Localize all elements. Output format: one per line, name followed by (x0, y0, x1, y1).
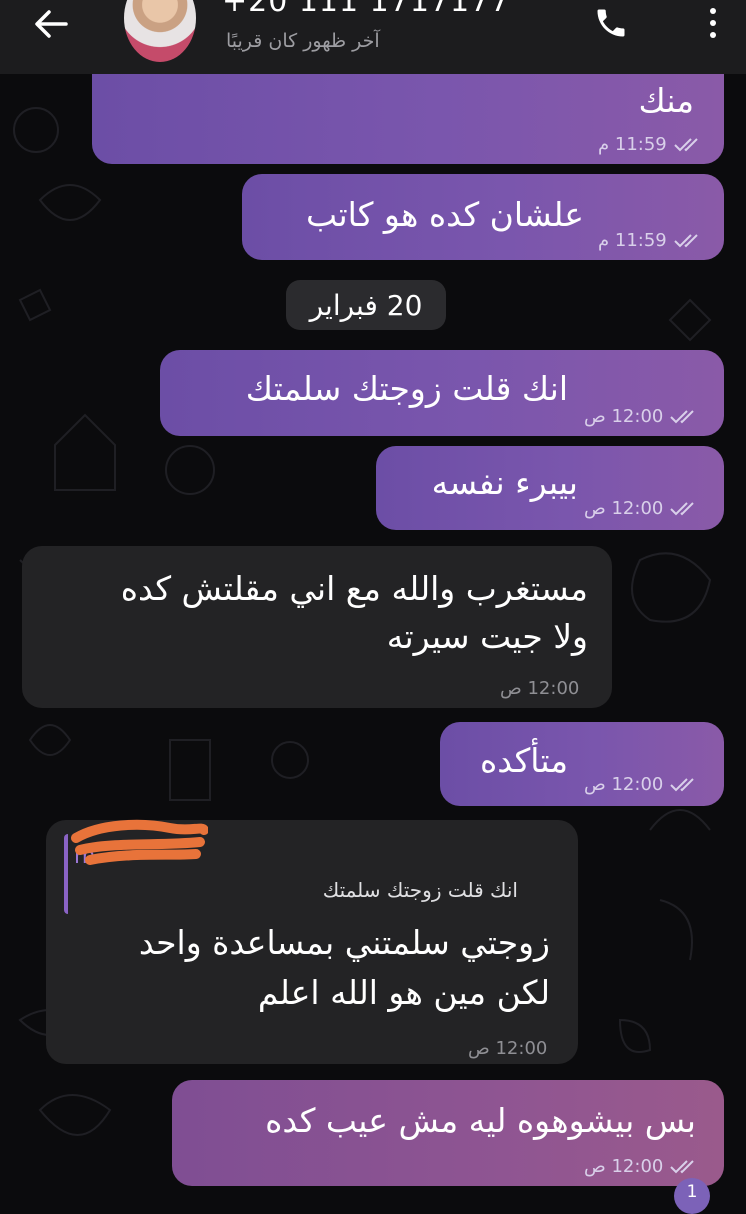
message-time: 12:00 ص (584, 406, 664, 427)
outgoing-message[interactable]: علشان كده هو كاتب 11:59 م (242, 174, 724, 260)
reply-quote-text: انك قلت زوجتك سلمتك (322, 878, 518, 902)
message-text-line-2: لكن مين هو الله اعلم (257, 973, 550, 1012)
chat-header: +20 111 1717177 آخر ظهور كان قريبًا (0, 0, 746, 74)
message-text-line-1: مستغرب والله مع اني مقلتش كده (120, 569, 588, 608)
message-meta: 11:59 م (598, 230, 705, 251)
double-check-icon (670, 409, 695, 423)
message-time: 12:00 ص (500, 678, 580, 699)
message-text-line-2: ولا جيت سيرته (386, 617, 588, 656)
message-text: متأكده (479, 741, 568, 780)
more-vert-icon-dot (710, 20, 716, 26)
message-time: 12:00 ص (584, 774, 664, 795)
message-time: 12:00 ص (584, 1156, 664, 1177)
redaction-scribble (71, 819, 208, 865)
message-text: منك (638, 81, 694, 120)
last-seen-status: آخر ظهور كان قريبًا (226, 30, 380, 52)
message-text: انك قلت زوجتك سلمتك (245, 369, 568, 408)
incoming-message[interactable]: مستغرب والله مع اني مقلتش كده ولا جيت سي… (22, 546, 612, 708)
contact-avatar[interactable] (124, 0, 196, 62)
message-meta: 12:00 ص (468, 1038, 547, 1059)
outgoing-message[interactable]: بس بيشوهوه ليه مش عيب كده 12:00 ص (172, 1080, 724, 1186)
message-time: 12:00 ص (468, 1038, 548, 1059)
call-button[interactable] (588, 2, 634, 44)
outgoing-message[interactable]: انك قلت زوجتك سلمتك 12:00 ص (160, 350, 724, 436)
phone-icon (597, 9, 625, 37)
message-text-line-1: زوجتي سلمتني بمساعدة واحد (138, 923, 550, 962)
double-check-icon (670, 1159, 695, 1173)
more-vert-icon-dot (710, 32, 716, 38)
double-check-icon (670, 501, 695, 515)
message-text: بس بيشوهوه ليه مش عيب كده (265, 1101, 696, 1140)
message-meta: 12:00 ص (584, 774, 701, 795)
message-meta: 11:59 م (598, 134, 705, 155)
double-check-icon (674, 233, 698, 247)
more-vert-icon (710, 8, 716, 14)
back-button[interactable] (26, 4, 76, 44)
contact-name[interactable]: +20 111 1717177 (222, 0, 510, 19)
date-separator: 20 فبراير (286, 280, 446, 330)
double-check-icon (674, 137, 698, 151)
more-options-button[interactable] (698, 2, 728, 44)
unread-count-badge[interactable]: 1 (674, 1178, 710, 1214)
message-text: بيبرء نفسه (431, 463, 578, 502)
message-time: 11:59 م (598, 230, 667, 251)
message-meta: 12:00 ص (584, 406, 701, 427)
outgoing-message[interactable]: بيبرء نفسه 12:00 ص (376, 446, 724, 530)
double-check-icon (670, 777, 695, 791)
message-time: 12:00 ص (584, 498, 664, 519)
message-meta: 12:00 ص (584, 498, 701, 519)
back-arrow-icon (35, 10, 68, 38)
message-time: 11:59 م (598, 134, 667, 155)
outgoing-message[interactable]: متأكده 12:00 ص (440, 722, 724, 806)
message-text: علشان كده هو كاتب (306, 195, 584, 234)
message-meta: 12:00 ص (500, 678, 579, 699)
message-meta: 12:00 ص (584, 1156, 701, 1177)
